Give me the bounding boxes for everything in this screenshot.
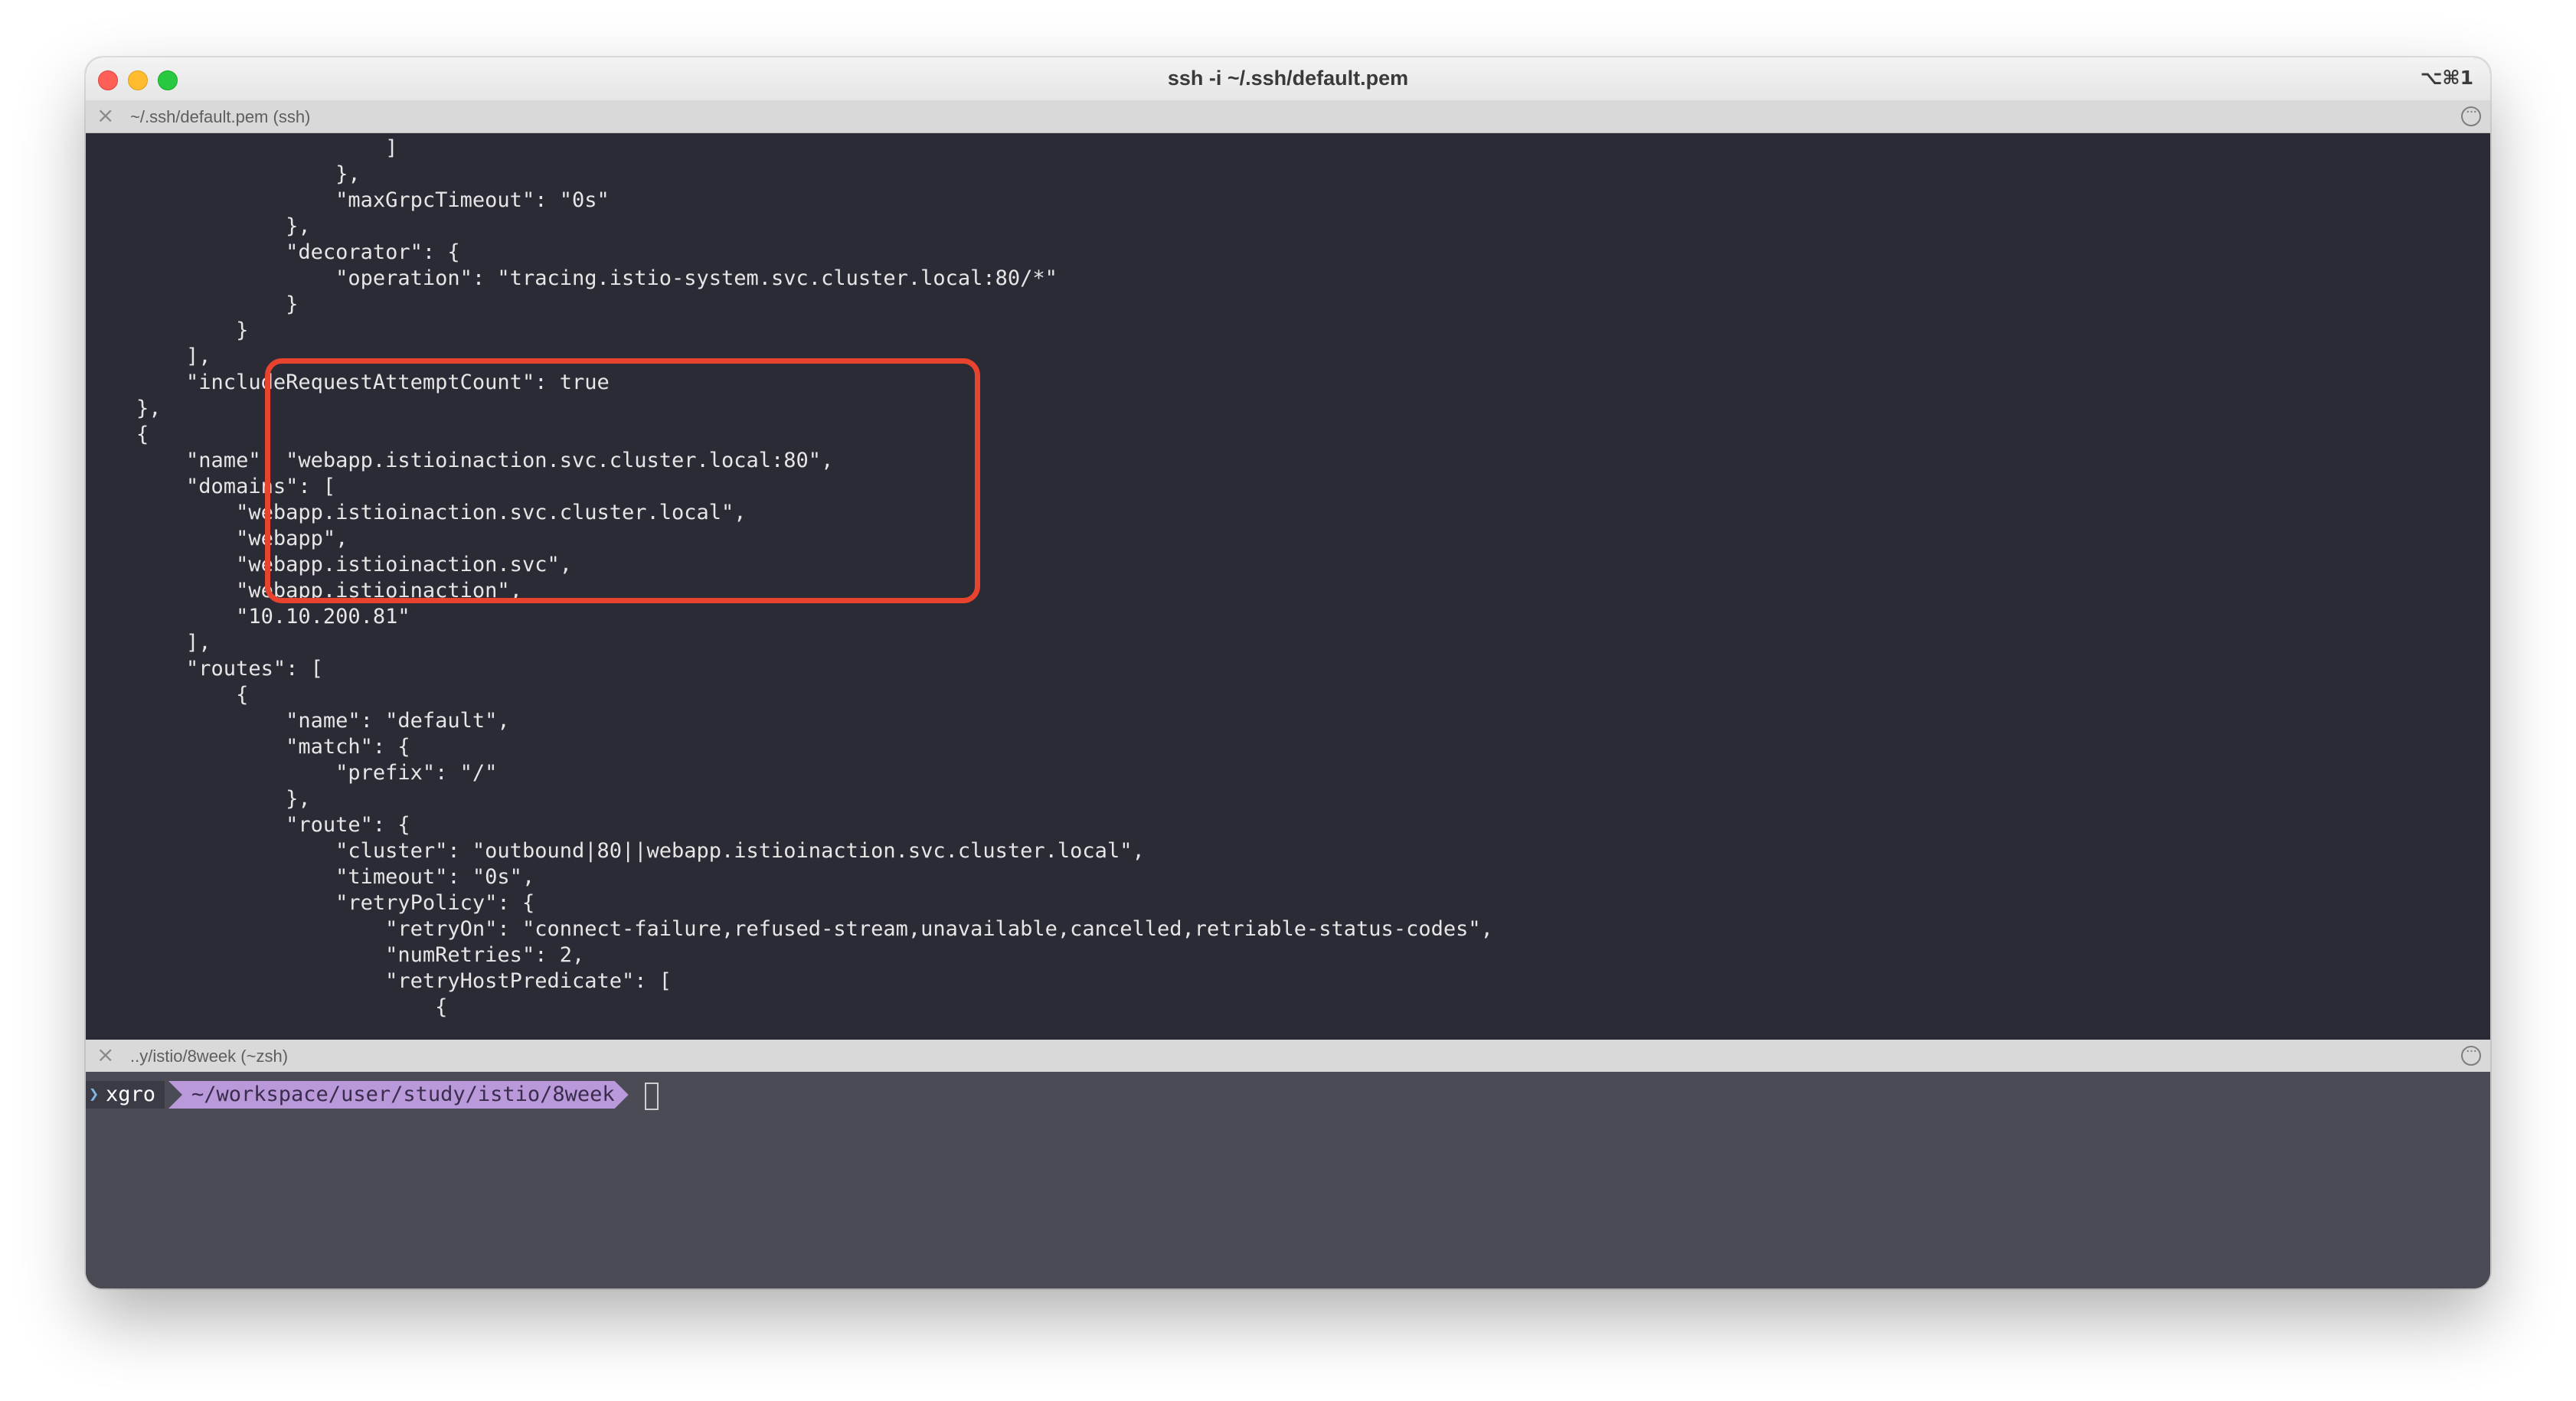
terminal-line: } [87,318,249,342]
pane-title: ~/.ssh/default.pem (ssh) [130,107,311,126]
terminal-line: "numRetries": 2, [87,943,585,967]
terminal-line: { [87,995,448,1019]
terminal-line: }, [87,397,162,420]
close-icon[interactable]: × [96,103,114,128]
terminal-line: "retryPolicy": { [87,891,535,915]
terminal-window: ssh -i ~/.ssh/default.pem ⌥⌘1 × ~/.ssh/d… [86,57,2490,1288]
terminal-line: "retryHostPredicate": [ [87,969,672,993]
window-title: ssh -i ~/.ssh/default.pem [1167,67,1409,90]
more-options-icon[interactable]: ··· [2461,1045,2481,1066]
pane-title: ..y/istio/8week (~zsh) [130,1047,289,1066]
terminal-line: ], [87,631,211,655]
chevron-right-icon: ❯ [89,1085,100,1104]
terminal-line: "routes": [ [87,657,323,681]
close-icon[interactable]: × [96,1042,114,1067]
terminal-line: ] [87,136,398,160]
terminal-line: "name": "default", [87,709,510,733]
prompt-path-segment: ~/workspace/user/study/istio/8week [168,1081,629,1109]
terminal-line: "10.10.200.81" [87,605,410,629]
terminal-line: "match": { [87,735,410,759]
terminal-line: "operation": "tracing.istio-system.svc.c… [87,266,1058,290]
pane-header-zsh[interactable]: × ..y/istio/8week (~zsh) ··· [86,1040,2490,1073]
prompt-user-segment: ❯ xgro [86,1081,165,1109]
terminal-line: ], [87,345,211,368]
terminal-line: "decorator": { [87,240,460,264]
terminal-line: }, [87,162,361,186]
terminal-pane-zsh[interactable]: ❯ xgro ~/workspace/user/study/istio/8week [86,1072,2490,1288]
terminal-line: "route": { [87,813,410,837]
terminal-line: { [87,423,149,446]
text-cursor[interactable] [645,1083,659,1110]
terminal-line: "retryOn": "connect-failure,refused-stre… [87,917,1493,941]
more-options-icon[interactable]: ··· [2461,106,2481,126]
terminal-line: } [87,292,299,316]
terminal-line: "timeout": "0s", [87,865,535,889]
terminal-line: "maxGrpcTimeout": "0s" [87,188,610,212]
terminal-line: { [87,683,249,707]
title-bar[interactable]: ssh -i ~/.ssh/default.pem ⌥⌘1 [86,57,2490,102]
prompt-user: xgro [106,1083,156,1106]
terminal-line: "cluster": "outbound|80||webapp.istioina… [87,839,1145,863]
terminal-line: }, [87,214,311,238]
window-shortcut: ⌥⌘1 [2420,67,2473,89]
terminal-line: "prefix": "/" [87,761,498,785]
terminal-line: }, [87,787,311,811]
pane-header-ssh[interactable]: × ~/.ssh/default.pem (ssh) ··· [86,100,2490,133]
highlight-annotation [265,358,980,603]
